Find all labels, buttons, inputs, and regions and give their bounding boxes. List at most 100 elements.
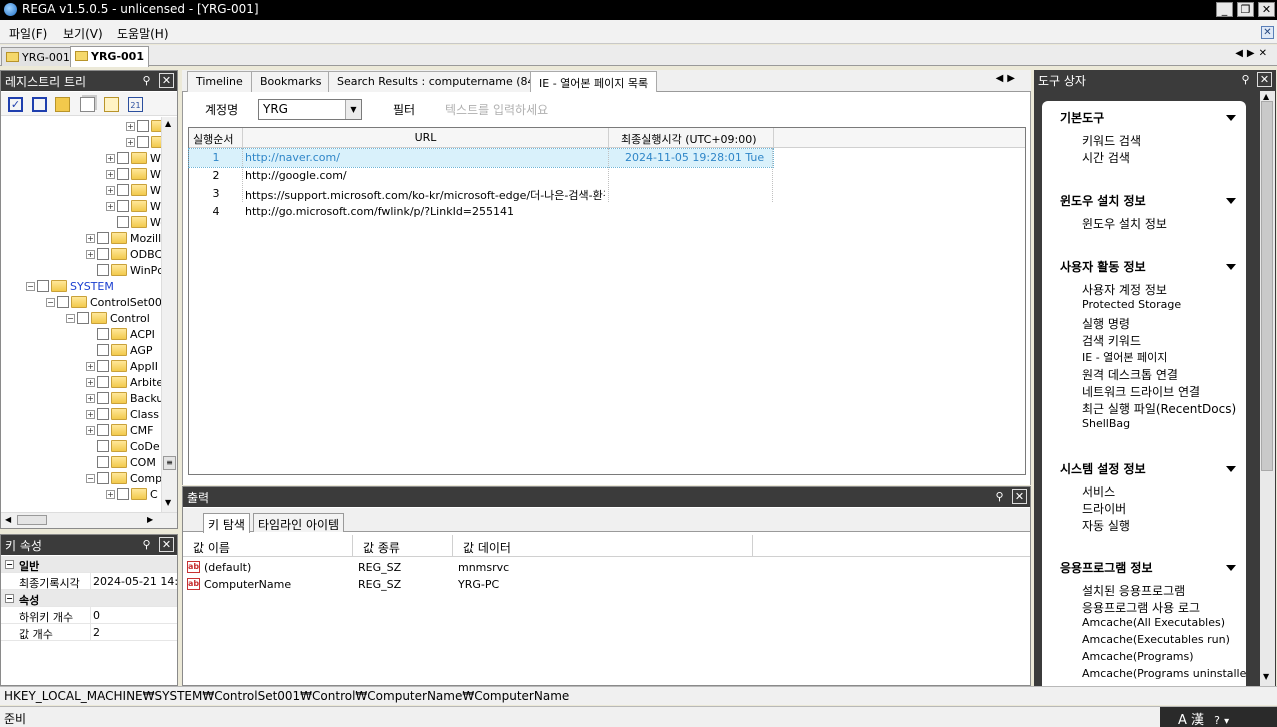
tree-checkbox[interactable] — [37, 280, 49, 292]
pin-icon[interactable]: ⚲ — [992, 490, 1007, 504]
toolbox-item[interactable]: 설치된 응용프로그램 — [1082, 582, 1185, 599]
property-category[interactable]: − 일반 — [1, 556, 177, 573]
tree-checkbox[interactable] — [57, 296, 69, 308]
table-row[interactable]: ab (default) REG_SZ mnmsrvc — [187, 560, 747, 577]
expand-toggle-icon[interactable]: + — [126, 138, 135, 147]
tree-node[interactable]: + Arbite — [86, 376, 162, 392]
expand-toggle-icon[interactable]: + — [106, 186, 115, 195]
toolbox-item[interactable]: 응용프로그램 사용 로그 — [1082, 599, 1200, 616]
tree-node[interactable]: + AppII — [86, 360, 158, 376]
folder-open-icon[interactable] — [55, 97, 70, 112]
account-select[interactable]: YRG ▼ — [258, 99, 362, 120]
tree-checkbox[interactable] — [137, 136, 149, 148]
toolbox-item[interactable]: 실행 명령 — [1082, 315, 1130, 332]
expand-toggle-icon[interactable] — [106, 216, 115, 225]
check-all-icon[interactable]: ✓ — [8, 97, 23, 112]
close-button[interactable]: ✕ — [1258, 2, 1275, 17]
toolbox-item[interactable]: 최근 실행 파일(RecentDocs) — [1082, 400, 1236, 417]
doc-tab-1[interactable]: YRG-001 — [1, 47, 75, 66]
tree-checkbox[interactable] — [97, 344, 109, 356]
expand-toggle-icon[interactable]: + — [86, 426, 95, 435]
expand-toggle-icon[interactable]: + — [86, 250, 95, 259]
expand-toggle-icon[interactable]: + — [106, 202, 115, 211]
tab-key-browse[interactable]: 키 탐색 — [203, 513, 250, 533]
tree-checkbox[interactable] — [97, 328, 109, 340]
expand-toggle-icon[interactable] — [86, 344, 95, 353]
toolbox-item[interactable]: 시간 검색 — [1082, 149, 1130, 166]
tree-node[interactable]: + C — [106, 488, 158, 504]
scroll-up-icon[interactable]: ▲ — [165, 119, 171, 128]
pin-icon[interactable]: ⚲ — [139, 74, 154, 88]
tree-checkbox[interactable] — [117, 168, 129, 180]
tree-node[interactable]: +Wind — [106, 152, 162, 168]
tree-node[interactable]: Work — [106, 216, 162, 232]
expand-toggle-icon[interactable]: + — [126, 122, 135, 131]
column-header-value-name[interactable]: 값 이름 — [183, 535, 353, 557]
close-panel-icon[interactable]: ✕ — [1257, 72, 1272, 87]
column-header-url[interactable]: URL — [243, 128, 609, 148]
tree-checkbox[interactable] — [97, 360, 109, 372]
tree-node[interactable]: − Control — [66, 312, 150, 328]
close-panel-icon[interactable]: ✕ — [1012, 489, 1027, 504]
tree-checkbox[interactable] — [117, 184, 129, 196]
tree-vertical-scrollbar[interactable]: ▲ ≡ ▼ — [161, 117, 177, 513]
collapse-toggle-icon[interactable]: − — [5, 560, 14, 569]
tree-checkbox[interactable] — [97, 264, 109, 276]
tree-node[interactable]: + Backu — [86, 392, 162, 408]
toolbox-item[interactable]: Protected Storage — [1082, 298, 1181, 311]
table-row[interactable]: 2 http://google.com/ — [189, 167, 1025, 185]
table-row[interactable]: 1 http://naver.com/2024-11-05 19:28:01 Tu… — [188, 148, 774, 168]
close-panel-icon[interactable]: ✕ — [159, 73, 174, 88]
toolbox-item[interactable]: 검색 키워드 — [1082, 332, 1141, 349]
copy-icon[interactable] — [80, 97, 95, 112]
collapse-arrow-icon[interactable] — [1226, 264, 1236, 270]
table-row[interactable]: ab ComputerName REG_SZ YRG-PC — [187, 577, 747, 594]
tab-nav-arrows-icon[interactable]: ◀▶ — [996, 73, 1019, 84]
tree-node[interactable]: +Wind — [106, 200, 162, 216]
tree-node[interactable]: + Class — [86, 408, 159, 424]
uncheck-all-icon[interactable] — [32, 97, 47, 112]
tree-node[interactable]: − ControlSet00 — [46, 296, 162, 312]
tree-node[interactable]: COM — [86, 456, 156, 472]
toolbox-item[interactable]: 네트워크 드라이브 연결 — [1082, 383, 1200, 400]
toolbox-item[interactable]: IE - 열어본 페이지 — [1082, 349, 1167, 365]
tree-node[interactable]: ACPI — [86, 328, 155, 344]
tree-node[interactable]: − SYSTEM — [26, 280, 114, 296]
calendar-icon[interactable]: 21 — [128, 97, 143, 112]
ime-indicator[interactable]: A 漢 ? ▾ — [1160, 707, 1277, 727]
collapse-arrow-icon[interactable] — [1226, 198, 1236, 204]
tree-checkbox[interactable] — [97, 392, 109, 404]
tree-node[interactable]: − Comp — [86, 472, 162, 488]
toolbox-item[interactable]: 자동 실행 — [1082, 517, 1130, 534]
expand-toggle-icon[interactable]: + — [86, 394, 95, 403]
expand-toggle-icon[interactable]: + — [86, 234, 95, 243]
table-row[interactable]: 4 http://go.microsoft.com/fwlink/p/?LinkI… — [189, 203, 1025, 221]
collapse-arrow-icon[interactable] — [1226, 565, 1236, 571]
expand-toggle-icon[interactable]: + — [86, 378, 95, 387]
property-row[interactable]: 하위키 개수 0 — [1, 607, 177, 624]
tree-checkbox[interactable] — [117, 216, 129, 228]
tab-ie-history[interactable]: IE - 열어본 페이지 목록 — [530, 71, 658, 93]
scroll-down-icon[interactable]: ▼ — [1263, 672, 1269, 681]
toolbox-group-title[interactable]: 응용프로그램 정보 — [1060, 559, 1153, 576]
property-category[interactable]: − 속성 — [1, 590, 177, 607]
expand-toggle-icon[interactable]: + — [86, 362, 95, 371]
toolbox-item[interactable]: Amcache(Programs) — [1082, 650, 1194, 663]
toolbox-item[interactable]: ShellBag — [1082, 417, 1130, 430]
toolbox-item[interactable]: Amcache(Programs uninstalled) — [1082, 667, 1246, 680]
collapse-arrow-icon[interactable] — [1226, 115, 1236, 121]
restore-button[interactable]: ❐ — [1237, 2, 1254, 17]
menu-view[interactable]: 보기(V) — [63, 25, 103, 42]
tree-node[interactable]: + — [126, 120, 162, 136]
tree-checkbox[interactable] — [97, 248, 109, 260]
collapse-arrow-icon[interactable] — [1226, 466, 1236, 472]
expand-toggle-icon[interactable]: + — [106, 154, 115, 163]
tab-scroll-arrows-icon[interactable]: ◀▶✕ — [1235, 48, 1271, 59]
tree-checkbox[interactable] — [77, 312, 89, 324]
hscroll-thumb[interactable] — [17, 515, 47, 525]
tree-checkbox[interactable] — [97, 472, 109, 484]
minimize-button[interactable]: _ — [1216, 2, 1233, 17]
column-header-order[interactable]: 실행순서 — [189, 128, 243, 148]
mdi-close-icon[interactable]: ✕ — [1261, 26, 1274, 39]
toolbox-item[interactable]: 사용자 계정 정보 — [1082, 281, 1167, 298]
